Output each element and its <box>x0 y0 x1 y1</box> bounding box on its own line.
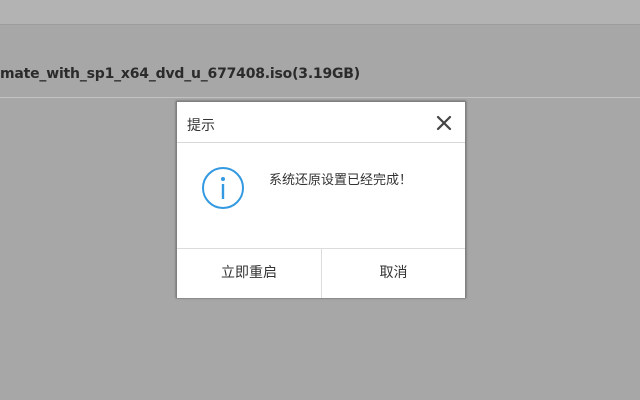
restart-now-button[interactable]: 立即重启 <box>177 249 322 298</box>
cancel-button[interactable]: 取消 <box>322 249 465 298</box>
restore-complete-dialog: 提示 系统还原设置已经完成！ 立即重启 取消 <box>176 101 466 298</box>
iso-file-label: mate_with_sp1_x64_dvd_u_677408.iso(3.19G… <box>0 66 360 82</box>
dialog-title: 提示 <box>187 118 215 134</box>
dialog-footer: 立即重启 取消 <box>177 248 465 298</box>
background-toolbar <box>0 0 640 25</box>
dialog-header: 提示 <box>177 102 465 143</box>
background-file-panel: mate_with_sp1_x64_dvd_u_677408.iso(3.19G… <box>0 25 640 98</box>
dialog-message: 系统还原设置已经完成！ <box>269 173 413 188</box>
close-icon[interactable] <box>435 114 453 132</box>
info-icon <box>202 167 244 209</box>
